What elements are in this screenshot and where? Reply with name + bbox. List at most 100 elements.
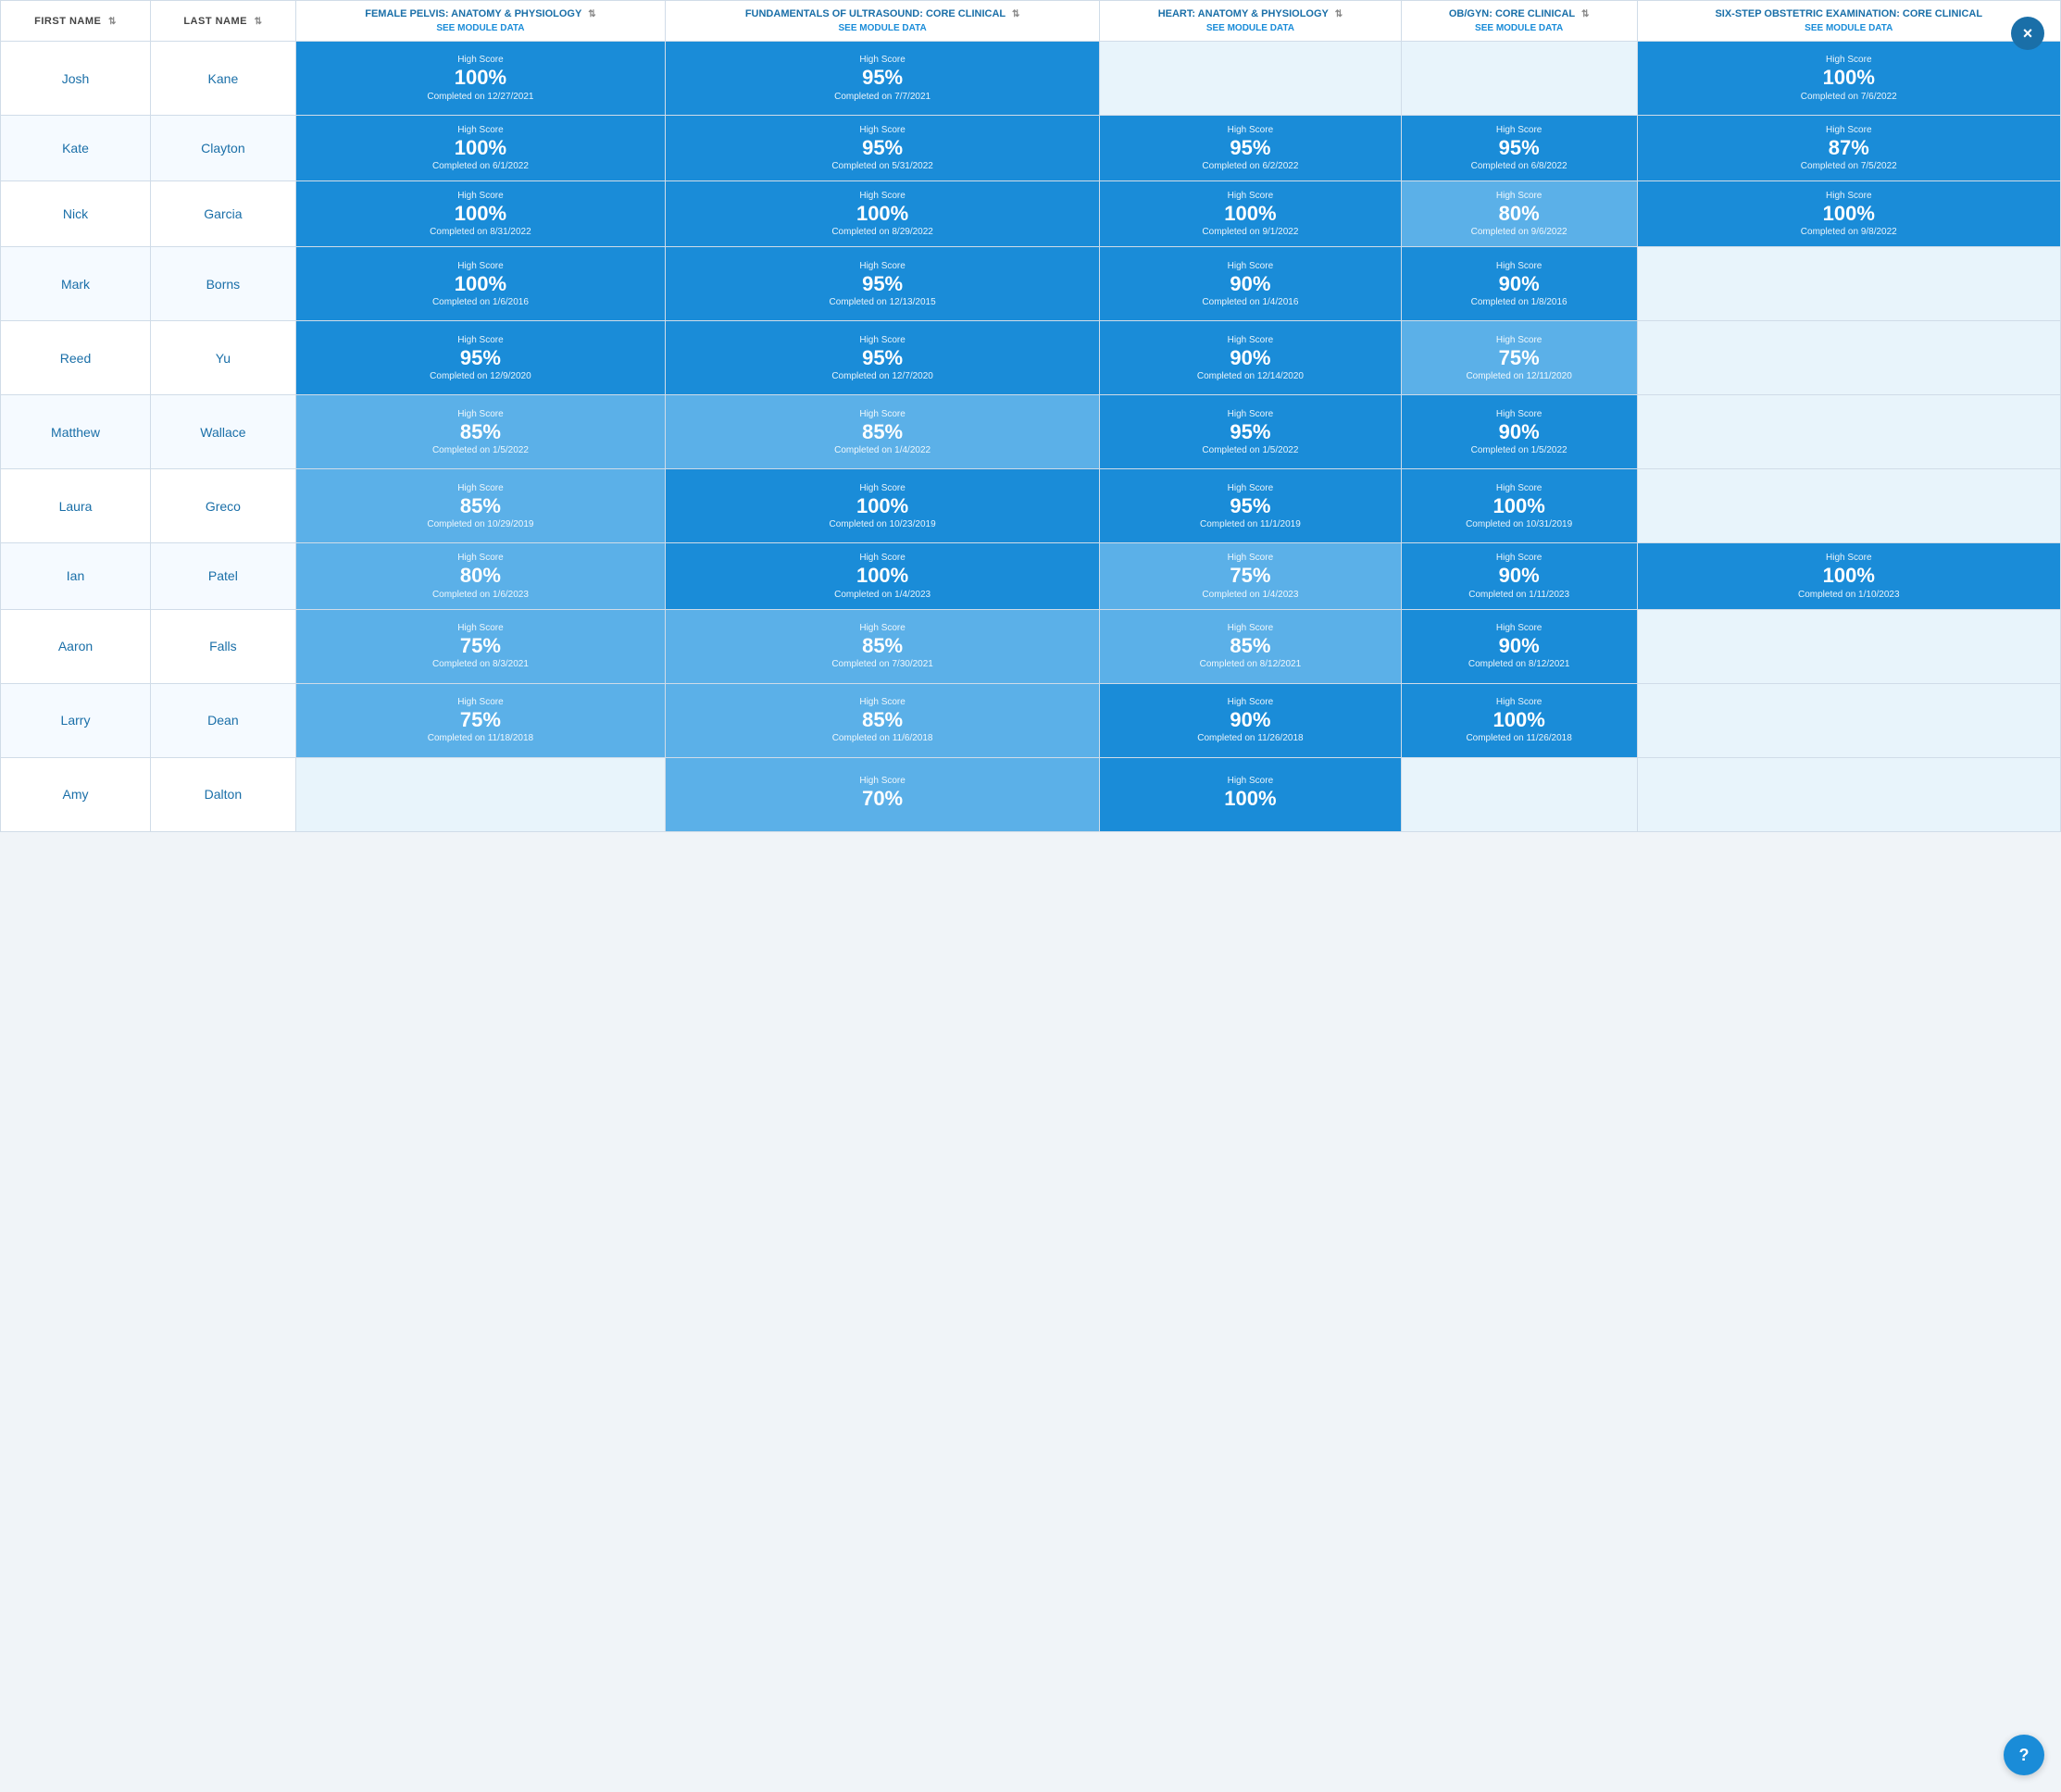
col4-score-cell: High Score95%Completed on 6/8/2022 [1401, 116, 1637, 181]
support-button[interactable]: ? [2004, 1735, 2044, 1775]
last-name-cell[interactable]: Kane [151, 42, 296, 116]
score-value: 90% [1407, 273, 1631, 295]
col4-empty-cell [1401, 42, 1637, 116]
table-row: MarkBornsHigh Score100%Completed on 1/6/… [1, 247, 2061, 321]
completion-date: Completed on 5/31/2022 [671, 161, 1093, 171]
completion-date: Completed on 11/1/2019 [1105, 519, 1395, 529]
col3-score-cell: High Score95%Completed on 6/2/2022 [1100, 116, 1402, 181]
completion-date: Completed on 6/1/2022 [302, 161, 659, 171]
first-name-cell[interactable]: Josh [1, 42, 151, 116]
score-value: 95% [1105, 495, 1395, 517]
col5-score-cell: High Score100%Completed on 7/6/2022 [1637, 42, 2060, 116]
score-value: 95% [671, 273, 1093, 295]
col1-module-link[interactable]: SEE MODULE DATA [306, 23, 656, 33]
completion-date: Completed on 9/1/2022 [1105, 227, 1395, 237]
first-name-cell[interactable]: Mark [1, 247, 151, 321]
score-value: 80% [1407, 203, 1631, 225]
high-score-label: High Score [302, 261, 659, 271]
first-name-cell[interactable]: Amy [1, 757, 151, 831]
table-row: AaronFallsHigh Score75%Completed on 8/3/… [1, 609, 2061, 683]
score-value: 95% [671, 137, 1093, 159]
col3-sort-icon[interactable]: ⇅ [1335, 9, 1343, 19]
first-name-cell[interactable]: Nick [1, 181, 151, 247]
table-row: AmyDaltonHigh Score70%High Score100% [1, 757, 2061, 831]
last-name-cell[interactable]: Yu [151, 321, 296, 395]
last-name-cell[interactable]: Dean [151, 683, 296, 757]
first-name-cell[interactable]: Aaron [1, 609, 151, 683]
first-name-cell[interactable]: Matthew [1, 395, 151, 469]
score-value: 85% [302, 421, 659, 443]
score-value: 85% [671, 709, 1093, 731]
high-score-label: High Score [1643, 191, 2055, 201]
score-value: 90% [1105, 347, 1395, 369]
high-score-label: High Score [1643, 55, 2055, 65]
high-score-label: High Score [1407, 483, 1631, 493]
last-name-cell[interactable]: Greco [151, 469, 296, 543]
scores-table: FIRST NAME ⇅ LAST NAME ⇅ FEMALE PELVIS: … [0, 0, 2061, 832]
completion-date: Completed on 1/5/2022 [302, 445, 659, 455]
first-name-sort-icon[interactable]: ⇅ [108, 17, 117, 27]
col1-score-cell: High Score95%Completed on 12/9/2020 [295, 321, 665, 395]
col2-module-link[interactable]: SEE MODULE DATA [675, 23, 1090, 33]
last-name-cell[interactable]: Clayton [151, 116, 296, 181]
last-name-header[interactable]: LAST NAME ⇅ [151, 1, 296, 42]
completion-date: Completed on 7/6/2022 [1643, 92, 2055, 102]
first-name-cell[interactable]: Ian [1, 543, 151, 609]
last-name-cell[interactable]: Borns [151, 247, 296, 321]
high-score-label: High Score [1105, 191, 1395, 201]
score-value: 100% [1643, 565, 2055, 587]
high-score-label: High Score [1105, 553, 1395, 563]
first-name-label: FIRST NAME [34, 16, 101, 27]
first-name-header[interactable]: FIRST NAME ⇅ [1, 1, 151, 42]
col2-score-cell: High Score95%Completed on 12/13/2015 [666, 247, 1100, 321]
high-score-label: High Score [1407, 335, 1631, 345]
col1-score-cell: High Score100%Completed on 8/31/2022 [295, 181, 665, 247]
last-name-cell[interactable]: Garcia [151, 181, 296, 247]
last-name-sort-icon[interactable]: ⇅ [255, 17, 263, 27]
col5-title: SIX-STEP OBSTETRIC EXAMINATION: CORE CLI… [1715, 8, 1982, 19]
score-value: 100% [302, 137, 659, 159]
high-score-label: High Score [1105, 125, 1395, 135]
last-name-cell[interactable]: Patel [151, 543, 296, 609]
col3-score-cell: High Score90%Completed on 12/14/2020 [1100, 321, 1402, 395]
last-name-cell[interactable]: Dalton [151, 757, 296, 831]
completion-date: Completed on 1/4/2016 [1105, 297, 1395, 307]
score-value: 90% [1407, 565, 1631, 587]
high-score-label: High Score [671, 125, 1093, 135]
col2-score-cell: High Score85%Completed on 11/6/2018 [666, 683, 1100, 757]
last-name-cell[interactable]: Wallace [151, 395, 296, 469]
col3-score-cell: High Score95%Completed on 1/5/2022 [1100, 395, 1402, 469]
first-name-cell[interactable]: Larry [1, 683, 151, 757]
col2-sort-icon[interactable]: ⇅ [1012, 9, 1019, 19]
first-name-cell[interactable]: Laura [1, 469, 151, 543]
completion-date: Completed on 12/14/2020 [1105, 371, 1395, 381]
high-score-label: High Score [1105, 261, 1395, 271]
col5-module-link[interactable]: SEE MODULE DATA [1647, 23, 2051, 33]
col5-score-cell: High Score100%Completed on 1/10/2023 [1637, 543, 2060, 609]
first-name-cell[interactable]: Kate [1, 116, 151, 181]
high-score-label: High Score [1105, 776, 1395, 786]
table-row: JoshKaneHigh Score100%Completed on 12/27… [1, 42, 2061, 116]
last-name-cell[interactable]: Falls [151, 609, 296, 683]
high-score-label: High Score [1407, 623, 1631, 633]
score-value: 95% [1105, 137, 1395, 159]
col4-sort-icon[interactable]: ⇅ [1581, 9, 1589, 19]
col4-module-link[interactable]: SEE MODULE DATA [1411, 23, 1628, 33]
col4-score-cell: High Score90%Completed on 1/8/2016 [1401, 247, 1637, 321]
col3-empty-cell [1100, 42, 1402, 116]
col4-score-cell: High Score90%Completed on 1/5/2022 [1401, 395, 1637, 469]
high-score-label: High Score [1643, 553, 2055, 563]
score-value: 95% [302, 347, 659, 369]
high-score-label: High Score [1105, 623, 1395, 633]
completion-date: Completed on 8/12/2021 [1105, 659, 1395, 669]
completion-date: Completed on 12/7/2020 [671, 371, 1093, 381]
col3-module-link[interactable]: SEE MODULE DATA [1109, 23, 1392, 33]
high-score-label: High Score [1105, 697, 1395, 707]
close-button[interactable]: × [2011, 17, 2044, 50]
first-name-cell[interactable]: Reed [1, 321, 151, 395]
high-score-label: High Score [1643, 125, 2055, 135]
col1-sort-icon[interactable]: ⇅ [588, 9, 595, 19]
completion-date: Completed on 1/6/2023 [302, 590, 659, 600]
completion-date: Completed on 1/6/2016 [302, 297, 659, 307]
score-value: 75% [1407, 347, 1631, 369]
